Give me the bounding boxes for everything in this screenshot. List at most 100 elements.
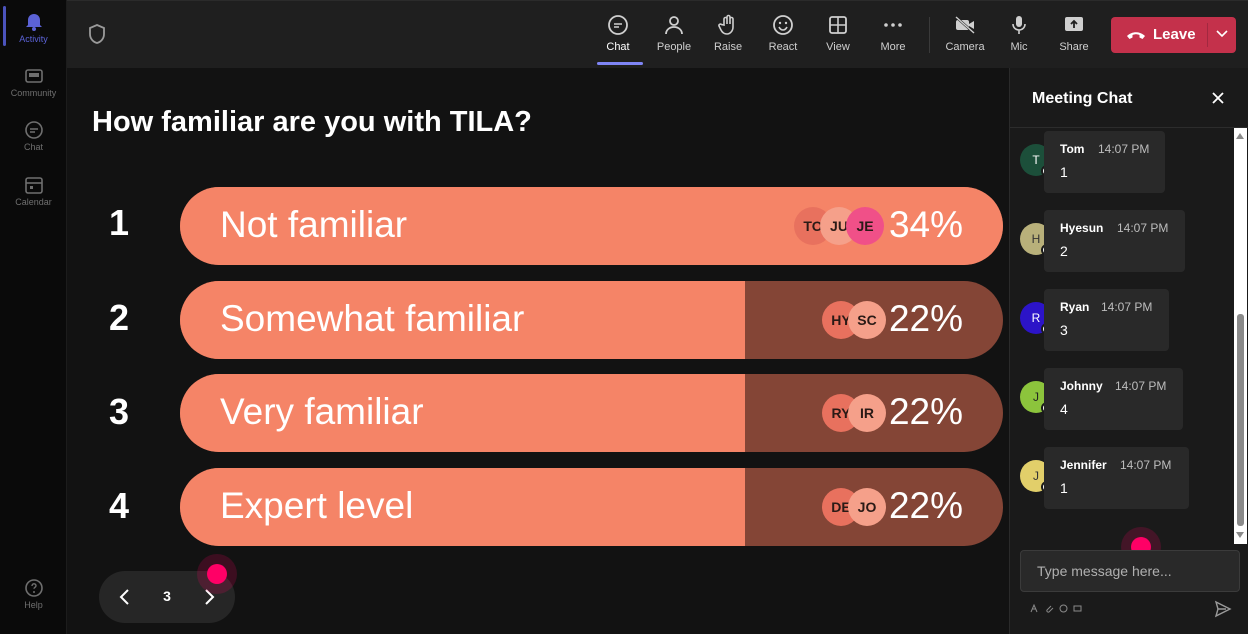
scroll-down-arrow-icon[interactable]	[1236, 532, 1244, 538]
message-time: 14:07 PM	[1101, 300, 1153, 314]
message-time: 14:07 PM	[1120, 458, 1172, 472]
close-icon[interactable]	[1210, 90, 1226, 106]
voter-avatar: JE	[846, 207, 884, 245]
poll-option-bar[interactable]: Somewhat familiar HY SC 22%	[180, 281, 1003, 359]
raise-hand-label: Raise	[713, 41, 743, 53]
gif-icon[interactable]	[1073, 604, 1082, 613]
chat-icon	[24, 121, 43, 139]
sender-name: Johnny	[1060, 379, 1103, 393]
rail-item-label: Calendar	[15, 197, 52, 207]
message-text: 4	[1060, 401, 1068, 417]
view-button-label: View	[826, 41, 850, 53]
attach-icon[interactable]	[1045, 604, 1054, 613]
scroll-up-arrow-icon[interactable]	[1236, 133, 1244, 139]
message-bubble: Johnny 14:07 PM 4	[1044, 368, 1183, 430]
option-number: 1	[108, 202, 130, 243]
people-button-label: People	[656, 41, 692, 53]
chat-button-label: Chat	[606, 41, 630, 53]
community-icon	[24, 69, 43, 83]
poll-option-percent: 22%	[888, 485, 963, 526]
message-text: 1	[1060, 164, 1068, 180]
poll-option-percent: 22%	[888, 298, 963, 339]
chat-message: R Ryan 14:07 PM 3	[1010, 289, 1234, 353]
chat-message: T Tom 14:07 PM 1	[1010, 131, 1234, 195]
poll-stage: How familiar are you with TILA? 1 Not fa…	[67, 68, 1009, 634]
meeting-toolbar: Chat People Raise React View More Camera…	[67, 0, 1248, 68]
rail-item-activity[interactable]: Activity	[0, 12, 67, 44]
leave-button-label: Leave	[1153, 26, 1196, 43]
raise-hand-icon	[718, 14, 734, 35]
avatar-initial: H	[1031, 232, 1041, 246]
poll-option-bar[interactable]: Expert level DE JO 22%	[180, 468, 1003, 546]
people-button[interactable]: People	[647, 11, 701, 63]
option-number: 2	[108, 297, 130, 338]
chat-message: J Johnny 14:07 PM 4	[1010, 368, 1234, 432]
help-icon	[24, 579, 43, 597]
mic-button[interactable]: Mic	[992, 11, 1046, 63]
voter-avatar: JO	[848, 488, 886, 526]
chevron-left-icon[interactable]	[114, 586, 136, 608]
more-icon	[884, 23, 902, 27]
avatar-initial: J	[1033, 469, 1039, 483]
poll-option-label: Expert level	[220, 485, 414, 526]
rail-item-label: Community	[10, 88, 57, 98]
rail-item-chat[interactable]: Chat	[0, 120, 67, 152]
raise-hand-button[interactable]: Raise	[701, 11, 755, 63]
scroll-thumb[interactable]	[1237, 314, 1244, 526]
rail-item-community[interactable]: Community	[0, 66, 67, 98]
camera-button-label: Camera	[945, 41, 985, 53]
sender-name: Ryan	[1060, 300, 1090, 314]
emoji-icon[interactable]	[1059, 604, 1068, 613]
rail-item-label: Help	[24, 600, 43, 610]
chevron-down-icon[interactable]	[1215, 27, 1229, 41]
sender-name: Tom	[1060, 142, 1085, 156]
poll-option-bar[interactable]: Not familiar TO JU JE 34%	[180, 187, 1003, 265]
people-icon	[665, 16, 683, 35]
message-bubble: Jennifer 14:07 PM 1	[1044, 447, 1189, 509]
poll-option-bar[interactable]: Very familiar RY IR 22%	[180, 374, 1003, 452]
meeting-chat-panel: Meeting Chat T Tom 14:07 PM 1 H Hyesun 1…	[1009, 68, 1248, 634]
chat-button[interactable]: Chat	[591, 11, 645, 63]
message-input[interactable]	[1021, 551, 1239, 591]
chat-scrollbar[interactable]	[1234, 128, 1247, 544]
leave-button[interactable]: Leave	[1111, 17, 1236, 53]
compose-box[interactable]	[1020, 550, 1240, 592]
leave-divider	[1207, 23, 1208, 47]
rail-item-calendar[interactable]: Calendar	[0, 175, 67, 207]
bell-icon	[25, 14, 42, 31]
calendar-icon	[24, 177, 43, 194]
share-screen-icon	[1065, 17, 1083, 31]
camera-off-icon	[955, 16, 975, 34]
poll-option-percent: 22%	[888, 391, 963, 432]
rail-item-help[interactable]: Help	[0, 578, 67, 610]
active-tab-indicator	[597, 62, 643, 65]
avatar-initial: T	[1032, 153, 1040, 167]
view-button[interactable]: View	[811, 11, 865, 63]
chevron-right-icon[interactable]	[198, 586, 220, 608]
message-bubble: Hyesun 14:07 PM 2	[1044, 210, 1185, 272]
chat-panel-title: Meeting Chat	[1032, 90, 1133, 107]
rail-item-label: Chat	[23, 142, 43, 152]
format-icon[interactable]	[1030, 604, 1039, 613]
toolbar-divider	[929, 17, 930, 53]
send-icon[interactable]	[1214, 600, 1232, 618]
share-button[interactable]: Share	[1047, 11, 1101, 63]
camera-button[interactable]: Camera	[938, 11, 992, 63]
smile-icon	[773, 15, 793, 35]
mic-icon	[1012, 16, 1026, 34]
shield-icon[interactable]	[87, 23, 107, 45]
chat-message-list: T Tom 14:07 PM 1 H Hyesun 14:07 PM 2 R R…	[1010, 128, 1234, 544]
message-time: 14:07 PM	[1117, 221, 1169, 235]
app-rail: Activity Community Chat Calendar Help	[0, 0, 67, 634]
chat-icon	[608, 15, 628, 35]
message-text: 3	[1060, 322, 1068, 338]
poll-option-label: Not familiar	[220, 204, 408, 245]
rail-item-label: Activity	[19, 34, 48, 44]
react-button[interactable]: React	[756, 11, 810, 63]
poll-option-label: Somewhat familiar	[220, 298, 525, 339]
more-button[interactable]: More	[866, 11, 920, 63]
message-time: 14:07 PM	[1115, 379, 1167, 393]
react-button-label: React	[768, 41, 798, 53]
page-number: 3	[163, 588, 171, 604]
voter-avatar: SC	[848, 301, 886, 339]
